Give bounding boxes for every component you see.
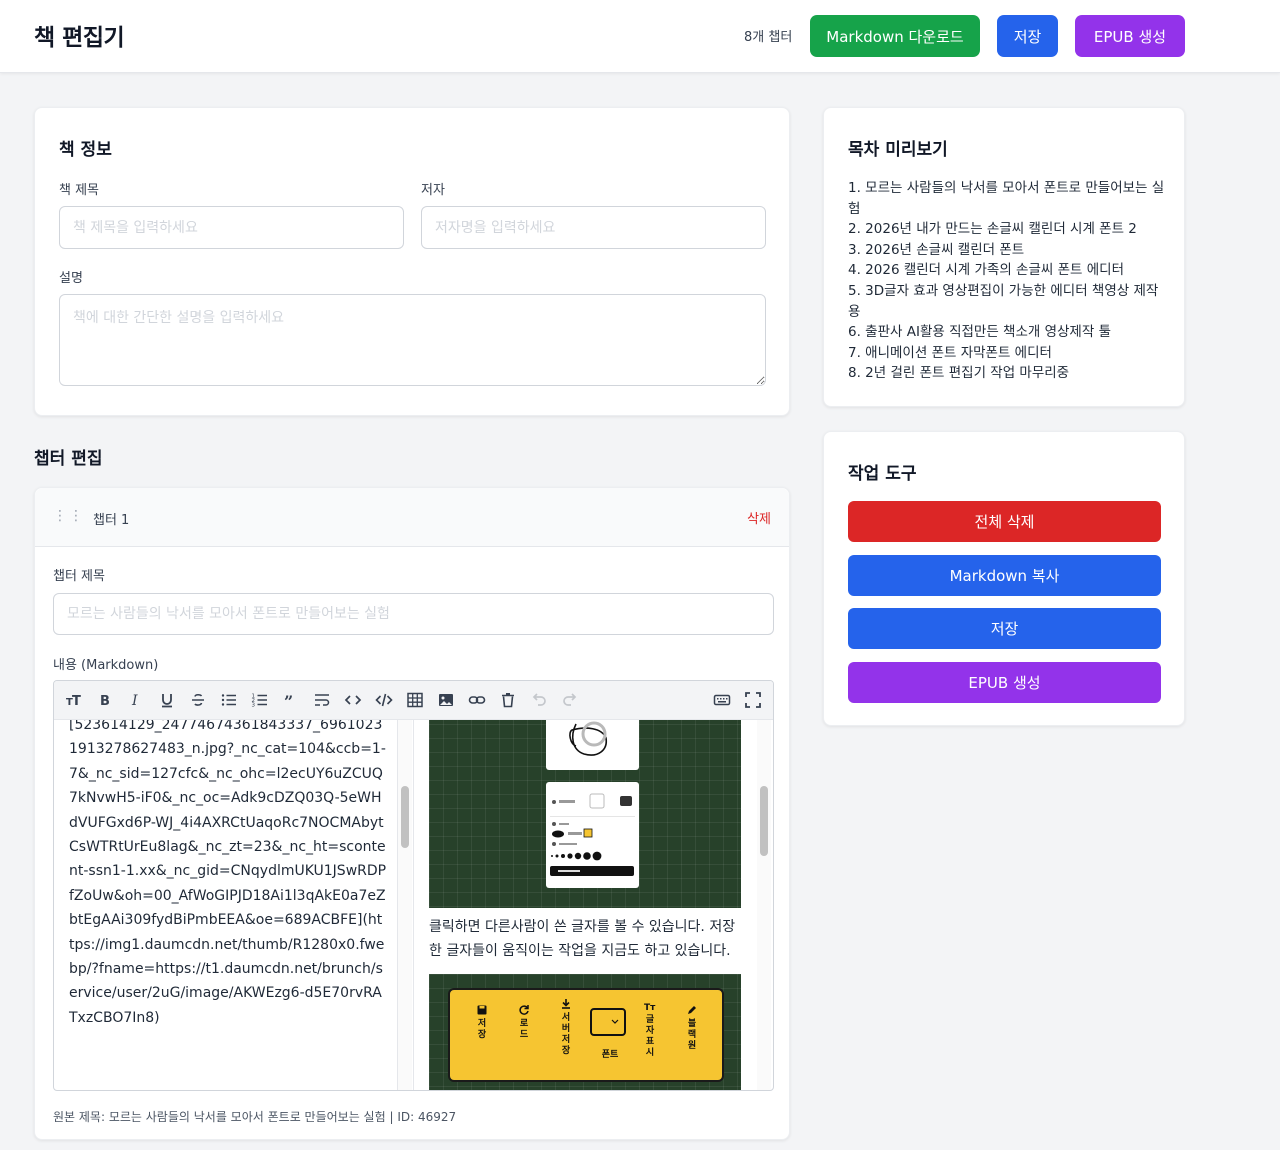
markdown-download-button[interactable]: Markdown 다운로드 [810, 15, 980, 57]
preview-scrollbar-thumb[interactable] [760, 786, 768, 856]
top-bar: 책 편집기 8개 챕터 Markdown 다운로드 저장 EPUB 생성 [0, 0, 1280, 73]
preview-font-select [590, 1008, 626, 1036]
epub-generate-button[interactable]: EPUB 생성 [1075, 15, 1185, 57]
markdown-preview: 클릭하면 다른사람이 쓴 글자를 볼 수 있습니다. 저장한 글자들이 움직이는… [413, 720, 756, 1090]
preview-save-icon: 저장 [470, 1004, 494, 1041]
tools-epub-button[interactable]: EPUB 생성 [848, 662, 1161, 703]
link-icon[interactable] [466, 689, 488, 711]
svg-text:I: I [131, 693, 138, 709]
chapter-edit-title: 챕터 편집 [34, 449, 103, 469]
preview-font-label: 폰트 [601, 1050, 619, 1060]
preview-image-font-tool [429, 720, 741, 908]
chapter-footnote: 원본 제목: 모르는 사람들의 낙서를 모아서 폰트로 만들어보는 실험 | I… [53, 1110, 457, 1124]
code-icon[interactable] [342, 689, 364, 711]
editor-scrollbar-thumb[interactable] [401, 786, 409, 848]
heading-icon[interactable]: TT [63, 689, 85, 711]
preview-pen-icon: 블랙원 [680, 1004, 704, 1052]
copy-markdown-button[interactable]: Markdown 복사 [848, 555, 1161, 596]
italic-icon[interactable]: I [125, 689, 147, 711]
markdown-text-area[interactable]: [523614129_24774674361843337_69610231913… [54, 720, 398, 1090]
bold-icon[interactable]: B [94, 689, 116, 711]
svg-text:T: T [72, 694, 81, 709]
toc-item: 4. 2026 캘린더 시계 가족의 손글씨 폰트 에디터 [848, 262, 1124, 279]
toc-item: 2. 2026년 내가 만드는 손글씨 캘린더 시계 폰트 2 [848, 221, 1137, 238]
editor-toolbar: TT B I 123 ” [54, 681, 773, 720]
svg-text:”: ” [284, 692, 293, 709]
drag-handle-icon[interactable]: ⋮⋮ [53, 508, 85, 524]
preview-show-text-label: 글자표시 [645, 1015, 655, 1058]
strikethrough-icon[interactable] [187, 689, 209, 711]
app-title: 책 편집기 [34, 25, 125, 51]
chapter-name: 챕터 1 [93, 513, 130, 528]
chapter-card: ⋮⋮ 챕터 1 삭제 챕터 제목 내용 (Markdown) TT B I 12… [34, 487, 790, 1140]
preview-image-toolbar: 저장 로드 서버저장 폰트 Tт 글자표시 블랙원 [429, 974, 741, 1090]
toc-item: 3. 2026년 손글씨 캘린더 폰트 [848, 241, 1025, 258]
book-info-card: 책 정보 책 제목 저자 설명 [34, 107, 790, 416]
trash-icon[interactable] [497, 689, 519, 711]
preview-scrollbar[interactable] [757, 720, 771, 1090]
preview-save-label: 저장 [477, 1019, 487, 1040]
chapter-count: 8개 챕터 [744, 30, 793, 45]
preview-pen-label: 블랙원 [687, 1019, 697, 1051]
toc-preview-card: 목차 미리보기 1. 모르는 사람들의 낙서를 모아서 폰트로 만들어보는 실험… [823, 107, 1185, 407]
line-break-icon[interactable] [311, 689, 333, 711]
toc-title: 목차 미리보기 [848, 140, 948, 160]
preview-load-icon: 로드 [512, 1004, 536, 1041]
description-label: 설명 [59, 271, 83, 286]
tools-title: 작업 도구 [848, 464, 917, 484]
quote-icon[interactable]: ” [280, 689, 302, 711]
table-icon[interactable] [404, 689, 426, 711]
save-button[interactable]: 저장 [997, 15, 1058, 57]
redo-icon[interactable] [559, 689, 581, 711]
toc-list: 1. 모르는 사람들의 낙서를 모아서 폰트로 만들어보는 실험 2. 2026… [848, 178, 1166, 384]
markdown-text: [523614129_24774674361843337_69610231913… [69, 720, 387, 1026]
chapter-title-input[interactable] [53, 593, 774, 635]
fullscreen-icon[interactable] [742, 689, 764, 711]
book-info-title: 책 정보 [59, 140, 112, 160]
chapter-header: ⋮⋮ 챕터 1 삭제 [35, 488, 789, 547]
svg-text:3: 3 [252, 703, 256, 709]
preview-yellow-panel: 저장 로드 서버저장 폰트 Tт 글자표시 블랙원 [448, 988, 724, 1082]
book-title-label: 책 제목 [59, 183, 100, 198]
underline-icon[interactable] [156, 689, 178, 711]
description-textarea[interactable] [59, 294, 766, 386]
toc-item: 5. 3D글자 효과 영상편집이 가능한 에디터 책영상 제작용 [848, 282, 1159, 320]
toc-item: 7. 애니메이션 폰트 자막폰트 에디터 [848, 344, 1052, 361]
toc-item: 1. 모르는 사람들의 낙서를 모아서 폰트로 만들어보는 실험 [848, 180, 1165, 217]
keyboard-icon[interactable] [711, 689, 733, 711]
author-label: 저자 [421, 183, 445, 198]
preview-server-save-label: 서버저장 [561, 1013, 571, 1056]
book-title-input[interactable] [59, 206, 404, 249]
undo-icon[interactable] [528, 689, 550, 711]
tools-save-button[interactable]: 저장 [848, 608, 1161, 649]
svg-text:Tт: Tт [644, 1003, 656, 1012]
chapter-delete-button[interactable]: 삭제 [747, 508, 771, 527]
preview-mini-settings [546, 782, 639, 888]
toc-item: 6. 출판사 AI활용 직접만든 책소개 영상제작 툴 [848, 324, 1111, 341]
svg-text:B: B [100, 694, 110, 709]
numbered-list-icon[interactable]: 123 [249, 689, 271, 711]
chapter-title-label: 챕터 제목 [53, 569, 105, 584]
preview-mini-card [546, 720, 639, 770]
markdown-editor: TT B I 123 ” [523614129_2477467436184333… [53, 680, 774, 1091]
toc-item: 8. 2년 걸린 폰트 편집기 작업 마무리중 [848, 365, 1070, 382]
editor-scrollbar[interactable] [398, 720, 412, 1090]
delete-all-button[interactable]: 전체 삭제 [848, 501, 1161, 542]
author-input[interactable] [421, 206, 766, 249]
preview-show-text-icon: Tт 글자표시 [638, 1000, 662, 1059]
preview-font-label-wrap: 폰트 [596, 1050, 624, 1061]
preview-load-label: 로드 [519, 1019, 529, 1040]
preview-paragraph: 클릭하면 다른사람이 쓴 글자를 볼 수 있습니다. 저장한 글자들이 움직이는… [429, 919, 736, 960]
image-icon[interactable] [435, 689, 457, 711]
code-block-icon[interactable] [373, 689, 395, 711]
tools-card: 작업 도구 전체 삭제 Markdown 복사 저장 EPUB 생성 [823, 431, 1185, 726]
preview-server-save-icon: 서버저장 [554, 998, 578, 1057]
content-label: 내용 (Markdown) [53, 658, 159, 673]
bullet-list-icon[interactable] [218, 689, 240, 711]
